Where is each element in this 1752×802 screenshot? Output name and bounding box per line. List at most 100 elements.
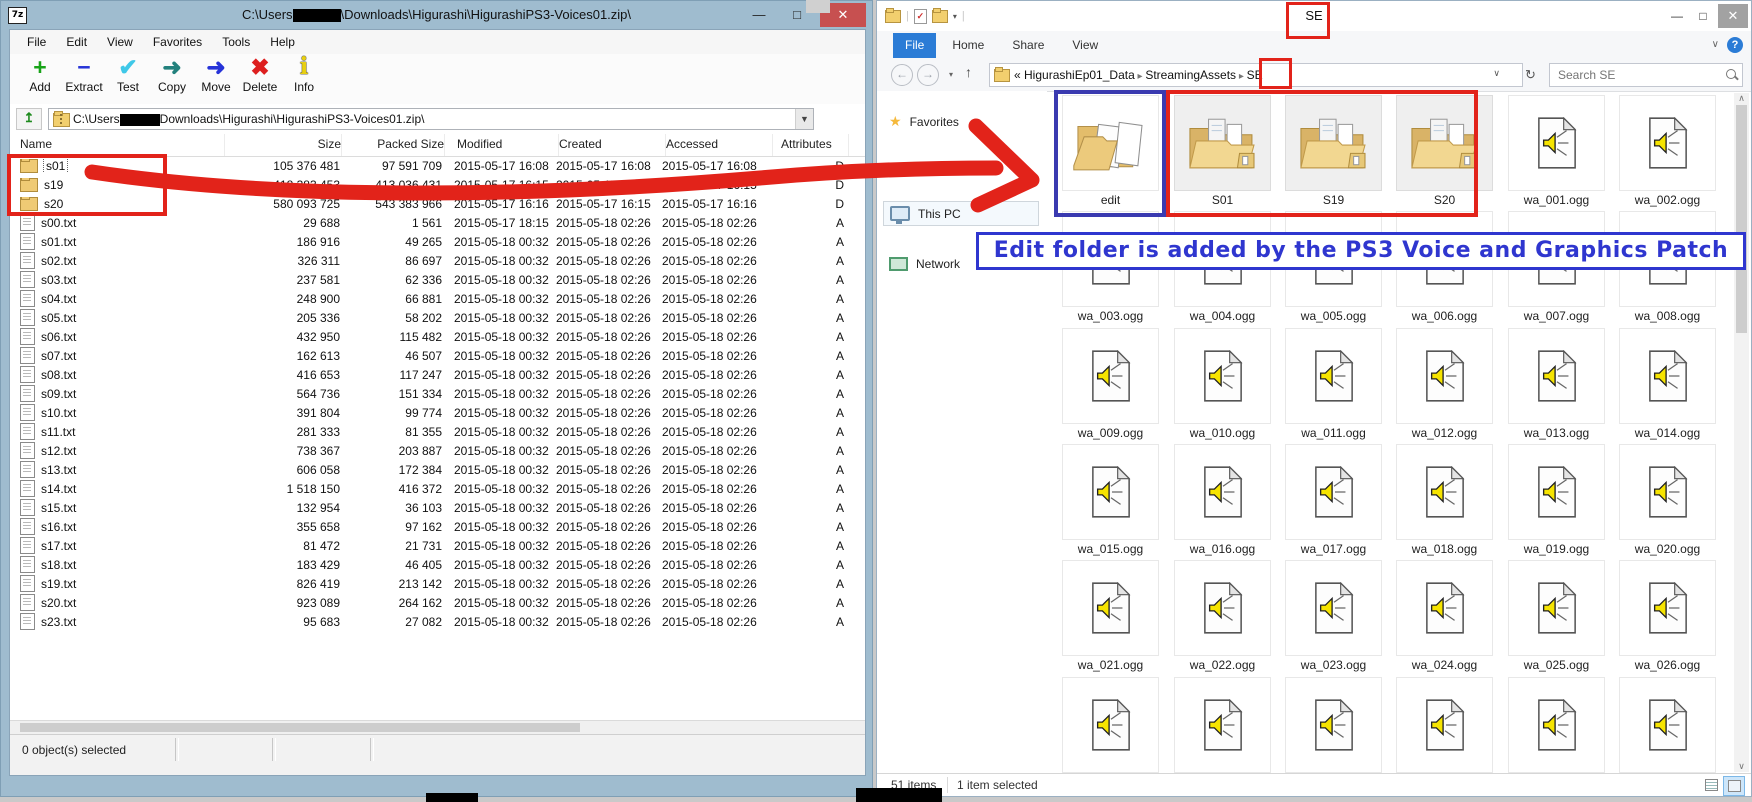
- file-name: s06.txt: [41, 330, 76, 344]
- column-header-modified[interactable]: Modified: [445, 134, 559, 156]
- archive-row-s15.txt[interactable]: s15.txt132 95436 1032015-05-18 00:322015…: [20, 498, 865, 517]
- archive-row-s10.txt[interactable]: s10.txt391 80499 7742015-05-18 00:322015…: [20, 403, 865, 422]
- archive-row-s20.txt[interactable]: s20.txt923 089264 1622015-05-18 00:32201…: [20, 593, 865, 612]
- column-header-accessed[interactable]: Accessed: [666, 134, 773, 156]
- cell-size: 248 900: [224, 292, 340, 306]
- cell-acc: 2015-05-18 02:26: [662, 615, 768, 629]
- archive-row-s17.txt[interactable]: s17.txt81 47221 7312015-05-18 00:322015-…: [20, 536, 865, 555]
- cell-pack: 46 405: [340, 558, 442, 572]
- archive-row-s14.txt[interactable]: s14.txt1 518 150416 3722015-05-18 00:322…: [20, 479, 865, 498]
- address-dropdown-icon[interactable]: ∨: [1493, 68, 1500, 79]
- search-box[interactable]: [1549, 63, 1743, 87]
- archive-row-s13.txt[interactable]: s13.txt606 058172 3842015-05-18 00:32201…: [20, 460, 865, 479]
- menu-view[interactable]: View: [98, 32, 142, 52]
- cell-pack: 46 507: [340, 349, 442, 363]
- column-header-packed-size[interactable]: Packed Size: [342, 134, 445, 156]
- archive-row-s08.txt[interactable]: s08.txt416 653117 2472015-05-18 00:32201…: [20, 365, 865, 384]
- breadcrumb[interactable]: « HigurashiEp01_Data ▸ StreamingAssets ▸…: [989, 63, 1523, 87]
- copy-button[interactable]: ➜Copy: [152, 54, 192, 104]
- combobox-dropdown-icon[interactable]: ▼: [795, 109, 813, 129]
- cell-mod: 2015-05-18 00:32: [442, 577, 556, 591]
- tab-view[interactable]: View: [1060, 33, 1110, 58]
- maximize-button[interactable]: □: [1691, 6, 1715, 26]
- archive-row-s16.txt[interactable]: s16.txt355 65897 1622015-05-18 00:322015…: [20, 517, 865, 536]
- refresh-icon[interactable]: ↻: [1525, 67, 1536, 83]
- scrollbar-thumb[interactable]: [1736, 105, 1747, 333]
- cell-cre: 2015-05-18 02:26: [556, 482, 662, 496]
- menu-help[interactable]: Help: [261, 32, 304, 52]
- tab-home[interactable]: Home: [940, 33, 996, 58]
- scrollbar-thumb[interactable]: [20, 723, 580, 732]
- archive-row-s23.txt[interactable]: s23.txt95 68327 0822015-05-18 00:322015-…: [20, 612, 865, 631]
- archive-row-s02.txt[interactable]: s02.txt326 31186 6972015-05-18 00:322015…: [20, 251, 865, 270]
- icons-view-button[interactable]: [1723, 776, 1745, 796]
- sidebar-item-homegroup[interactable]: ⌂Homegroup: [883, 157, 974, 181]
- cell-pack: 36 103: [340, 501, 442, 515]
- close-button[interactable]: ✕: [1718, 4, 1748, 28]
- details-view-button[interactable]: [1701, 776, 1721, 794]
- explorer-sidebar: ★Favorites ⌂Homegroup This PC Network: [877, 91, 1047, 774]
- cell-acc: 2015-05-18 02:26: [662, 311, 768, 325]
- test-button[interactable]: ✔Test: [108, 54, 148, 104]
- column-header-size[interactable]: Size: [225, 134, 342, 156]
- menu-tools[interactable]: Tools: [213, 32, 259, 52]
- vertical-scrollbar[interactable]: ∧ ∨: [1734, 93, 1749, 772]
- back-button[interactable]: ←: [891, 64, 913, 86]
- sidebar-item-favorites[interactable]: ★Favorites: [883, 109, 965, 134]
- minimize-button[interactable]: —: [1665, 6, 1689, 26]
- computer-icon: [890, 206, 910, 221]
- menu-file[interactable]: File: [18, 32, 55, 52]
- up-folder-button[interactable]: ↥: [16, 108, 42, 130]
- archive-row-s19.txt[interactable]: s19.txt826 419213 1422015-05-18 00:32201…: [20, 574, 865, 593]
- sidebar-item-label: Homegroup: [905, 162, 968, 176]
- move-button[interactable]: ➜Move: [196, 54, 236, 104]
- column-header-created[interactable]: Created: [559, 134, 666, 156]
- archive-row-s09.txt[interactable]: s09.txt564 736151 3342015-05-18 00:32201…: [20, 384, 865, 403]
- help-icon[interactable]: ?: [1727, 37, 1743, 53]
- sidebar-item-this-pc[interactable]: This PC: [883, 201, 1039, 226]
- up-button[interactable]: ↑: [965, 64, 972, 80]
- menu-edit[interactable]: Edit: [57, 32, 96, 52]
- add-button[interactable]: +Add: [20, 54, 60, 104]
- text-file-icon: [20, 480, 35, 497]
- search-icon: [1726, 69, 1736, 79]
- breadcrumb-item-higurashiep01_data[interactable]: HigurashiEp01_Data: [1024, 68, 1135, 82]
- cell-acc: 2015-05-18 02:26: [662, 577, 768, 591]
- menu-favorites[interactable]: Favorites: [144, 32, 211, 52]
- sevenzip-titlebar[interactable]: 7z C:\Users\Downloads\Higurashi\Higurash…: [1, 1, 872, 29]
- horizontal-scrollbar[interactable]: [10, 720, 865, 735]
- ribbon-collapse-icon[interactable]: ∨: [1712, 39, 1719, 50]
- archive-row-s11.txt[interactable]: s11.txt281 33381 3552015-05-18 00:322015…: [20, 422, 865, 441]
- recent-locations-icon[interactable]: ▾: [949, 70, 953, 79]
- breadcrumb-item-streamingassets[interactable]: StreamingAssets: [1145, 68, 1236, 82]
- scroll-down-icon[interactable]: ∨: [1734, 761, 1749, 772]
- cell-mod: 2015-05-18 00:32: [442, 349, 556, 363]
- scroll-up-icon[interactable]: ∧: [1734, 93, 1749, 104]
- file-name: s01.txt: [41, 235, 76, 249]
- extract-button[interactable]: −Extract: [64, 54, 104, 104]
- info-button[interactable]: iInfo: [284, 54, 324, 104]
- cell-att: A: [768, 235, 844, 249]
- breadcrumb-collapse[interactable]: «: [1014, 68, 1024, 82]
- archive-row-s07.txt[interactable]: s07.txt162 61346 5072015-05-18 00:322015…: [20, 346, 865, 365]
- archive-row-s04.txt[interactable]: s04.txt248 90066 8812015-05-18 00:322015…: [20, 289, 865, 308]
- column-header-attributes[interactable]: Attributes: [773, 134, 849, 156]
- search-input[interactable]: [1556, 65, 1720, 85]
- column-header-name[interactable]: Name: [20, 134, 225, 156]
- cell-acc: 2015-05-18 02:26: [662, 292, 768, 306]
- minimize-button[interactable]: —: [746, 5, 772, 25]
- archive-row-s12.txt[interactable]: s12.txt738 367203 8872015-05-18 00:32201…: [20, 441, 865, 460]
- delete-button[interactable]: ✖Delete: [240, 54, 280, 104]
- forward-button[interactable]: →: [917, 64, 939, 86]
- sidebar-item-network[interactable]: Network: [883, 253, 966, 275]
- archive-row-s01.txt[interactable]: s01.txt186 91649 2652015-05-18 00:322015…: [20, 232, 865, 251]
- tab-share[interactable]: Share: [1000, 33, 1056, 58]
- address-combobox[interactable]: C:\UsersDownloads\Higurashi\HigurashiPS3…: [48, 108, 814, 130]
- tab-file[interactable]: File: [893, 33, 936, 58]
- archive-row-s05.txt[interactable]: s05.txt205 33658 2022015-05-18 00:322015…: [20, 308, 865, 327]
- annotation-note-text: Edit folder is added by the PS3 Voice an…: [994, 238, 1728, 263]
- archive-row-s18.txt[interactable]: s18.txt183 42946 4052015-05-18 00:322015…: [20, 555, 865, 574]
- toolbar-label: Info: [284, 80, 324, 94]
- archive-row-s03.txt[interactable]: s03.txt237 58162 3362015-05-18 00:322015…: [20, 270, 865, 289]
- archive-row-s06.txt[interactable]: s06.txt432 950115 4822015-05-18 00:32201…: [20, 327, 865, 346]
